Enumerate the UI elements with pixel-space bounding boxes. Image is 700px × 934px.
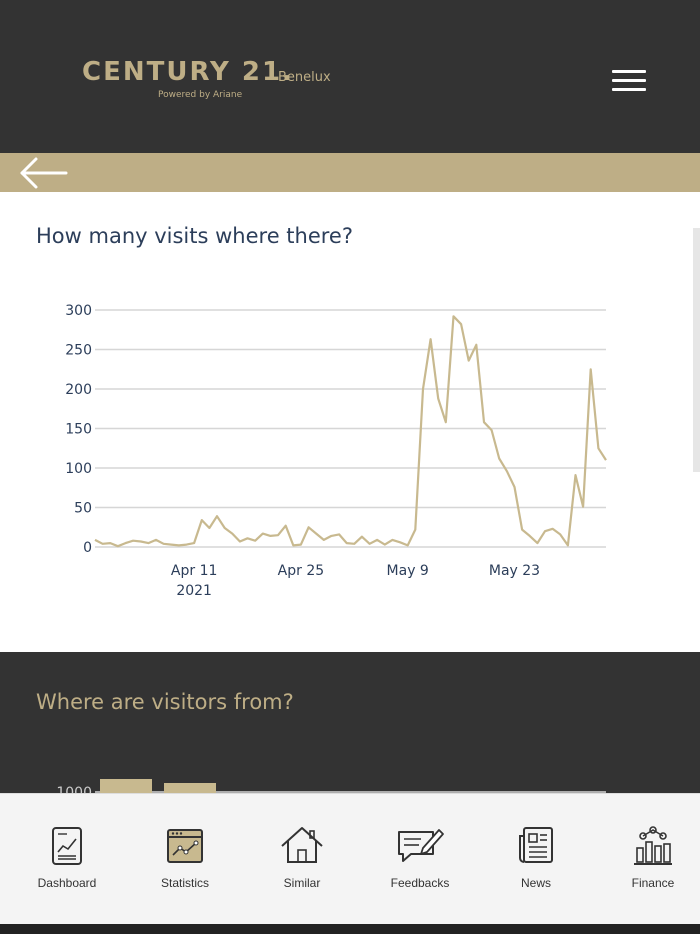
nav-label-news: News: [520, 876, 551, 890]
nav-item-feedbacks[interactable]: Feedbacks: [365, 824, 475, 890]
statistics-icon: [167, 829, 203, 863]
hamburger-icon[interactable]: [612, 70, 646, 96]
y-tick-label: 250: [65, 343, 92, 359]
y-tick-label: 300: [65, 303, 92, 319]
app-header: CENTURY 21. Benelux Powered by Ariane: [0, 0, 700, 153]
nav-item-similar[interactable]: Similar: [247, 824, 357, 890]
nav-label-dashboard: Dashboard: [37, 876, 97, 890]
nav-item-dashboard[interactable]: Dashboard: [12, 824, 122, 890]
y-tick-label: 0: [83, 540, 92, 556]
nav-label-finance: Finance: [631, 876, 675, 890]
x-tick-label: Apr 11: [171, 563, 217, 579]
nav-item-news[interactable]: News: [481, 824, 591, 890]
x-tick-label: May 23: [489, 563, 540, 579]
x-tick-label: May 9: [387, 563, 429, 579]
y-tick-label: 200: [65, 382, 92, 398]
dashboard-icon: [52, 827, 82, 865]
visits-line-chart: 0 50 100 150 200 250 300 Apr 11 2021 Apr 25 May 9 M…: [65, 303, 607, 599]
visitors-section-title: Where are visitors from?: [36, 690, 294, 714]
visits-chart-title: How many visits where there?: [36, 224, 353, 248]
logo-powered-by: Powered by Ariane: [158, 90, 243, 100]
nav-item-statistics[interactable]: Statistics: [130, 824, 240, 890]
finance-icon: [634, 826, 672, 865]
century21-logo: CENTURY 21.: [82, 57, 294, 87]
x-tick-sublabel: 2021: [176, 583, 212, 599]
house-icon: [281, 827, 323, 863]
visits-series-line: [94, 315, 607, 548]
back-bar: [0, 153, 700, 192]
y-tick-label: 100: [65, 461, 92, 477]
feedback-icon: [398, 829, 444, 862]
visitors-bar-chart: 1000: [56, 779, 606, 797]
nav-label-statistics: Statistics: [160, 876, 209, 890]
y-tick-label: 150: [65, 422, 92, 438]
x-tick-label: Apr 25: [278, 563, 324, 579]
back-arrow-icon[interactable]: [18, 156, 70, 190]
news-icon: [519, 827, 553, 863]
nav-label-feedbacks: Feedbacks: [390, 876, 450, 890]
logo-region: Benelux: [278, 70, 331, 85]
y-tick-label: 50: [74, 501, 92, 517]
visitors-section: 1000: [0, 652, 700, 797]
nav-label-similar: Similar: [283, 876, 321, 890]
nav-item-finance[interactable]: Finance: [598, 824, 700, 890]
system-bottom-bar: [0, 924, 700, 934]
bottom-navigation: Dashboard Statistics Similar Feedbacks N…: [0, 793, 700, 925]
